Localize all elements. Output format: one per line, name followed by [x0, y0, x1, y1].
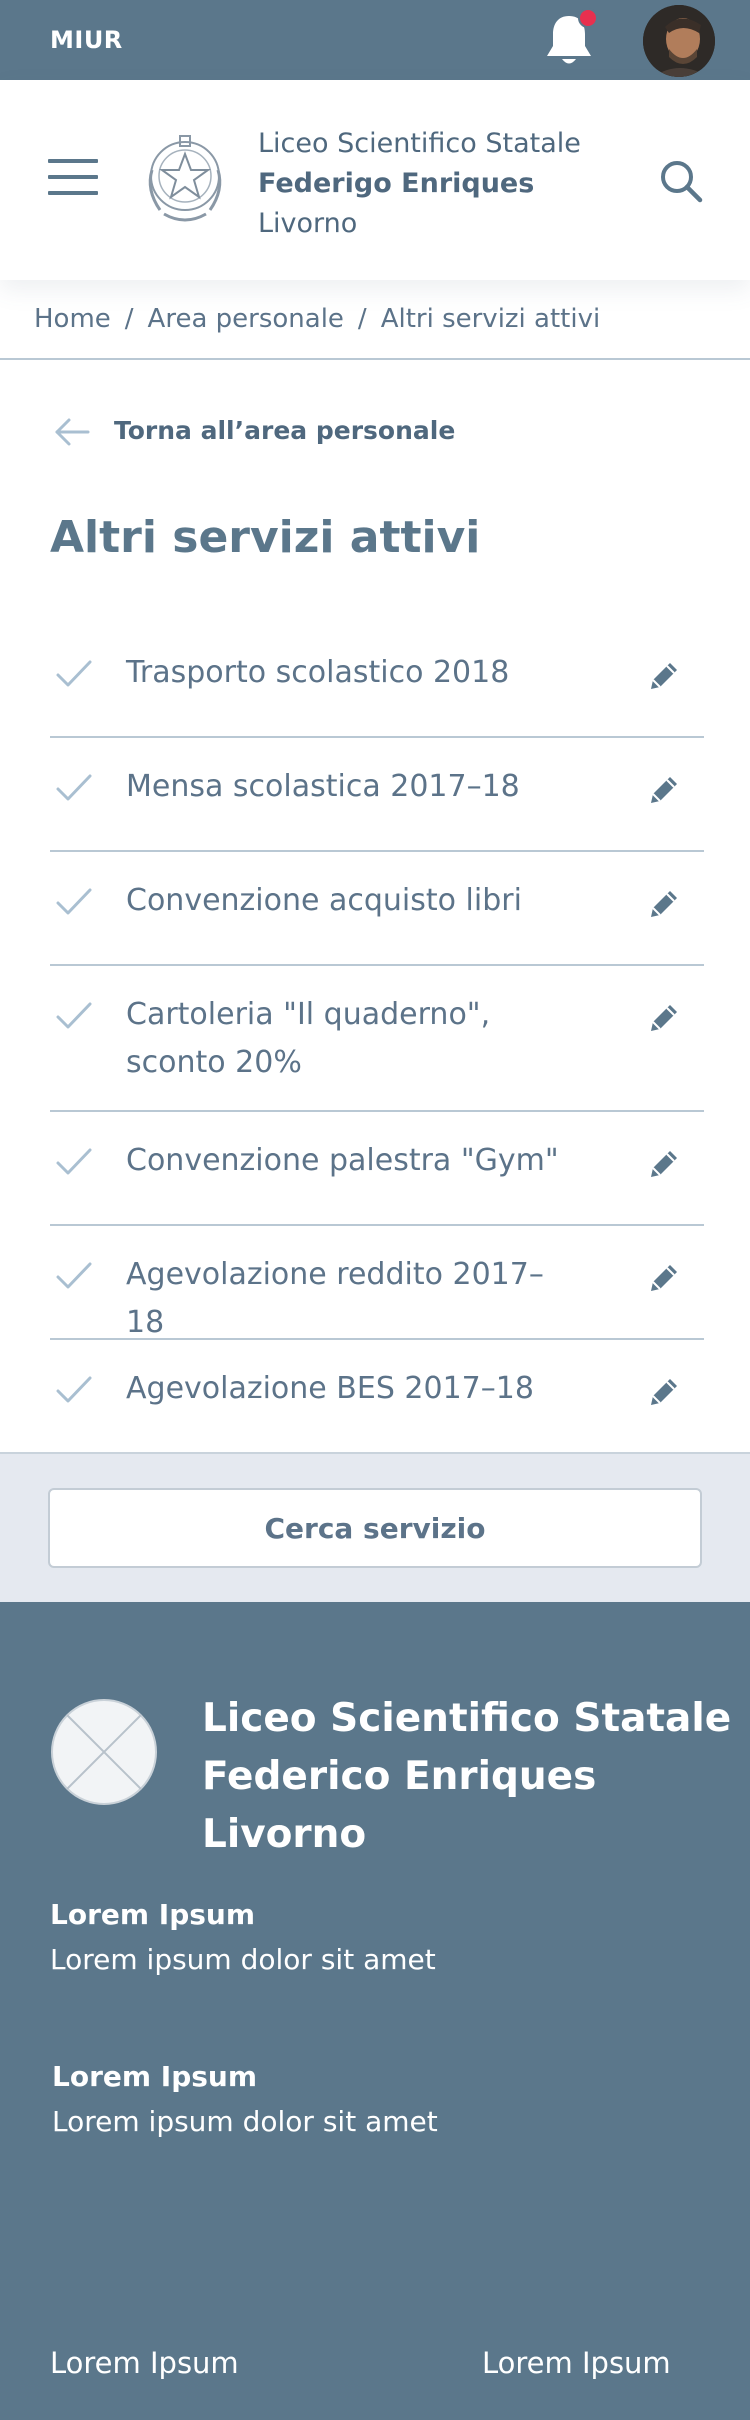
miur-brand[interactable]: MIUR [50, 26, 123, 54]
footer-info-heading: Lorem Ipsum [50, 1898, 256, 1931]
cerca-servizio-button[interactable]: Cerca servizio [48, 1488, 702, 1568]
service-name: Convenzione palestra "Gym" [126, 1143, 559, 1178]
services-list: Trasporto scolastico 2018 Mensa scolasti… [50, 617, 704, 1452]
footer-info-text: Lorem ipsum dolor sit amet [50, 1943, 436, 1976]
check-icon [56, 1002, 92, 1029]
pencil-icon[interactable] [646, 1374, 682, 1410]
arrow-left-icon [55, 418, 90, 446]
footer-info-block: Lorem Ipsum Lorem ipsum dolor sit amet [52, 2060, 438, 2138]
service-name: Agevolazione reddito 2017–18 [126, 1257, 544, 1340]
list-item[interactable]: Convenzione palestra "Gym" [50, 1112, 704, 1226]
service-name: Mensa scolastica 2017–18 [126, 769, 520, 804]
page-title: Altri servizi attivi [50, 512, 481, 563]
footer-title-line2: Federico Enriques [202, 1754, 597, 1799]
check-icon [56, 888, 92, 915]
pencil-icon[interactable] [646, 886, 682, 922]
service-name: Agevolazione BES 2017–18 [126, 1371, 534, 1406]
search-icon[interactable] [658, 158, 704, 204]
check-icon [56, 660, 92, 687]
hamburger-icon[interactable] [48, 157, 98, 197]
breadcrumb-area-personale[interactable]: Area personale [148, 304, 344, 334]
footer-info-heading: Lorem Ipsum [52, 2060, 258, 2093]
check-icon [56, 1376, 92, 1403]
list-item[interactable]: Agevolazione BES 2017–18 [50, 1340, 704, 1452]
pencil-icon[interactable] [646, 1146, 682, 1182]
list-item[interactable]: Agevolazione reddito 2017–18 [50, 1226, 704, 1340]
list-item[interactable]: Trasporto scolastico 2018 [50, 617, 704, 738]
avatar[interactable] [643, 5, 715, 77]
breadcrumb-separator: / [357, 304, 367, 334]
school-name-line1: Liceo Scientifico Statale [258, 128, 581, 159]
breadcrumb-separator: / [124, 304, 134, 334]
list-item[interactable]: Cartoleria "Il quaderno", sconto 20% [50, 966, 704, 1112]
top-bar: MIUR [0, 0, 750, 80]
action-bar: Cerca servizio [0, 1452, 750, 1602]
site-header: Liceo Scientifico Statale Federigo Enriq… [0, 80, 750, 280]
pencil-icon[interactable] [646, 1260, 682, 1296]
school-name[interactable]: Liceo Scientifico Statale Federigo Enriq… [258, 124, 581, 244]
list-item[interactable]: Convenzione acquisto libri [50, 852, 704, 966]
logo-placeholder-icon [51, 1699, 157, 1805]
footer-title-line1: Liceo Scientifico Statale [202, 1696, 732, 1741]
pencil-icon[interactable] [646, 658, 682, 694]
footer-link[interactable]: Lorem Ipsum [482, 2346, 671, 2380]
pencil-icon[interactable] [646, 1000, 682, 1036]
notification-dot [578, 8, 598, 28]
service-name: Convenzione acquisto libri [126, 883, 522, 918]
service-name: Cartoleria "Il quaderno", sconto 20% [126, 997, 491, 1080]
breadcrumb-divider [0, 358, 750, 360]
site-footer: Liceo Scientifico Statale Federico Enriq… [0, 1602, 750, 2420]
school-name-line2: Federigo Enriques [258, 168, 535, 199]
footer-info-block: Lorem Ipsum Lorem ipsum dolor sit amet [50, 1898, 436, 1976]
service-name: Trasporto scolastico 2018 [126, 655, 510, 690]
breadcrumb-home[interactable]: Home [34, 304, 111, 334]
emblem-logo[interactable] [142, 130, 228, 228]
check-icon [56, 1148, 92, 1175]
check-icon [56, 774, 92, 801]
school-name-line3: Livorno [258, 208, 358, 239]
breadcrumb: Home / Area personale / Altri servizi attivi [34, 304, 600, 334]
breadcrumb-current: Altri servizi attivi [380, 304, 601, 334]
footer-link[interactable]: Lorem Ipsum [50, 2346, 239, 2380]
check-icon [56, 1262, 92, 1289]
pencil-icon[interactable] [646, 772, 682, 808]
footer-title: Liceo Scientifico Statale Federico Enriq… [202, 1690, 731, 1864]
back-link-label: Torna all’area personale [114, 416, 456, 445]
list-item[interactable]: Mensa scolastica 2017–18 [50, 738, 704, 852]
footer-title-line3: Livorno [202, 1812, 367, 1857]
footer-info-text: Lorem ipsum dolor sit amet [52, 2105, 438, 2138]
